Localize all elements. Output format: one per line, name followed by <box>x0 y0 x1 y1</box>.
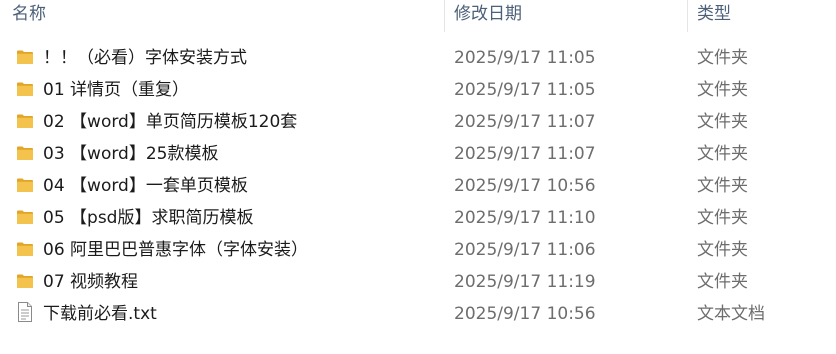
file-row[interactable]: 下载前必看.txt 2025/9/17 10:56 文本文档 <box>0 297 836 329</box>
file-name: 01 详情页（重复） <box>43 80 190 100</box>
file-name: 04 【word】一套单页模板 <box>43 176 248 196</box>
file-name: 下载前必看.txt <box>43 304 157 324</box>
file-date-modified: 2025/9/17 11:19 <box>454 272 596 292</box>
file-type: 文件夹 <box>697 80 748 100</box>
folder-icon <box>16 241 34 257</box>
file-type: 文件夹 <box>697 176 748 196</box>
folder-row[interactable]: 06 阿里巴巴普惠字体（字体安装） 2025/9/17 11:06 文件夹 <box>0 233 836 265</box>
folder-icon <box>16 81 34 97</box>
folder-icon <box>16 145 34 161</box>
file-date-modified: 2025/9/17 11:05 <box>454 48 596 68</box>
folder-icon <box>16 273 34 289</box>
folder-icon <box>16 209 34 225</box>
file-type: 文件夹 <box>697 112 748 132</box>
file-type: 文件夹 <box>697 272 748 292</box>
column-header-date-modified[interactable]: 修改日期 <box>454 3 522 25</box>
folder-row[interactable]: 02 【word】单页简历模板120套 2025/9/17 11:07 文件夹 <box>0 105 836 137</box>
file-type: 文件夹 <box>697 208 748 228</box>
folder-row[interactable]: 01 详情页（重复） 2025/9/17 11:05 文件夹 <box>0 73 836 105</box>
file-date-modified: 2025/9/17 11:07 <box>454 144 596 164</box>
file-type: 文件夹 <box>697 240 748 260</box>
file-date-modified: 2025/9/17 10:56 <box>454 176 596 196</box>
folder-row[interactable]: 05 【psd版】求职简历模板 2025/9/17 11:10 文件夹 <box>0 201 836 233</box>
file-name: 03 【word】25款模板 <box>43 144 219 164</box>
column-divider[interactable] <box>444 0 445 32</box>
file-date-modified: 2025/9/17 11:07 <box>454 112 596 132</box>
folder-row[interactable]: 03 【word】25款模板 2025/9/17 11:07 文件夹 <box>0 137 836 169</box>
file-name: 05 【psd版】求职简历模板 <box>43 208 254 228</box>
folder-icon <box>16 49 34 65</box>
column-header-name[interactable]: 名称 <box>12 3 46 25</box>
folder-icon <box>16 177 34 193</box>
file-date-modified: 2025/9/17 11:06 <box>454 240 596 260</box>
column-header-bar: 名称 修改日期 类型 <box>0 0 836 32</box>
file-type: 文件夹 <box>697 144 748 164</box>
file-date-modified: 2025/9/17 11:05 <box>454 80 596 100</box>
file-type: 文件夹 <box>697 48 748 68</box>
folder-row[interactable]: 07 视频教程 2025/9/17 11:19 文件夹 <box>0 265 836 297</box>
column-header-type[interactable]: 类型 <box>697 3 731 25</box>
file-date-modified: 2025/9/17 10:56 <box>454 304 596 324</box>
column-divider[interactable] <box>687 0 688 32</box>
file-date-modified: 2025/9/17 11:10 <box>454 208 596 228</box>
file-type: 文本文档 <box>697 304 765 324</box>
file-list: ！！（必看）字体安装方式 2025/9/17 11:05 文件夹 01 详情页（重复）… <box>0 41 836 329</box>
folder-row[interactable]: 04 【word】一套单页模板 2025/9/17 10:56 文件夹 <box>0 169 836 201</box>
file-name: 06 阿里巴巴普惠字体（字体安装） <box>43 240 309 260</box>
file-name: 07 视频教程 <box>43 272 139 292</box>
file-name: 02 【word】单页简历模板120套 <box>43 112 298 132</box>
folder-icon <box>16 113 34 129</box>
text-file-icon <box>16 302 34 322</box>
file-name: ！！（必看）字体安装方式 <box>43 48 247 68</box>
folder-row[interactable]: ！！（必看）字体安装方式 2025/9/17 11:05 文件夹 <box>0 41 836 73</box>
